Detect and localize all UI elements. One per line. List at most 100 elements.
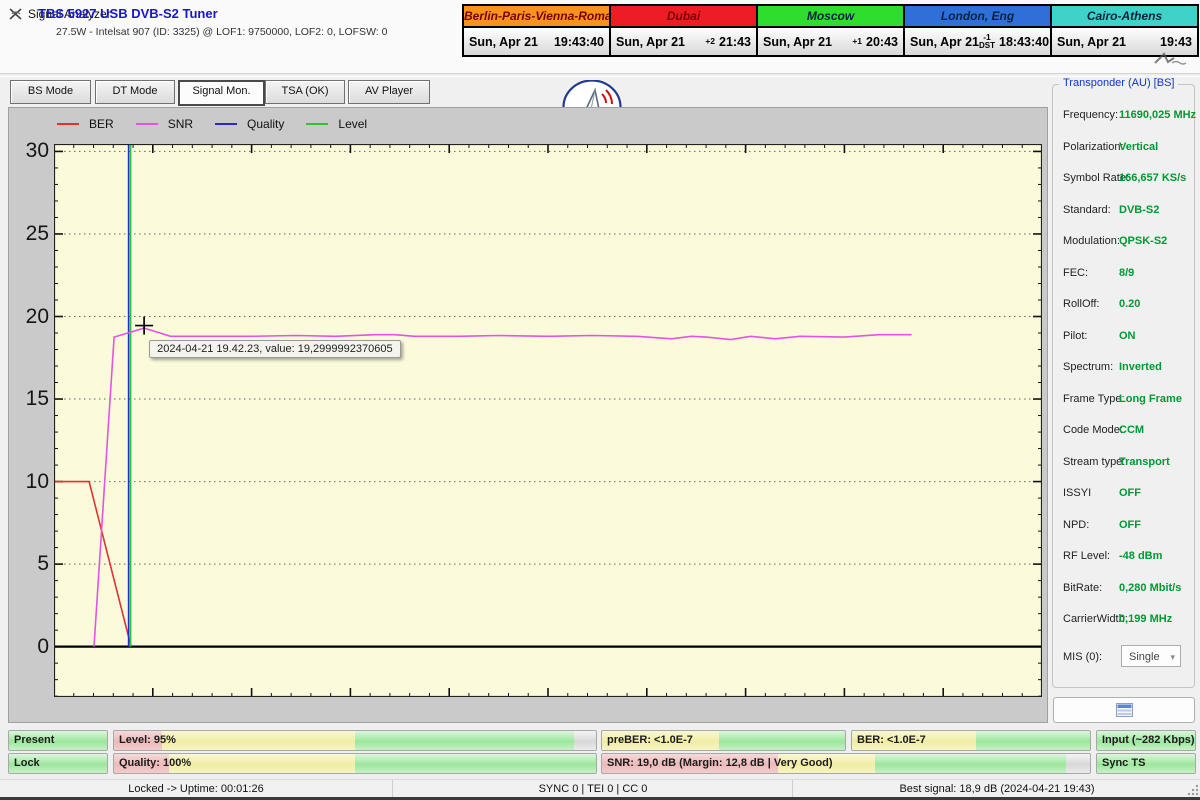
status-uptime: Locked -> Uptime: 00:01:26 xyxy=(128,783,264,795)
resize-grip[interactable] xyxy=(1186,783,1199,796)
transponder-row: Stream type: Transport xyxy=(1053,448,1194,480)
clock-city-label: Berlin-Paris-Vienna-Roma xyxy=(464,6,609,28)
status-bar: Locked -> Uptime: 00:01:26 SYNC 0 | TEI … xyxy=(0,779,1200,798)
transponder-row: Symbol Rate: 166,657 KS/s xyxy=(1053,164,1194,196)
transponder-value: 0,280 Mbit/s xyxy=(1119,581,1182,594)
world-clocks: Berlin-Paris-Vienna-Roma Sun, Apr 21 19:… xyxy=(462,4,1199,57)
meter-label: SNR: 19,0 dB (Margin: 12,8 dB | Very Goo… xyxy=(607,757,833,769)
capture-button[interactable] xyxy=(1053,697,1195,723)
transponder-value: 0,199 MHz xyxy=(1119,613,1173,625)
transponder-label: Spectrum: xyxy=(1063,361,1114,373)
transponder-row: Frame Type: Long Frame xyxy=(1053,385,1194,417)
transponder-label: Frequency: xyxy=(1063,109,1119,121)
transponder-panel-title: Transponder (AU) [BS] xyxy=(1059,77,1179,89)
tab-signal-monitor[interactable]: Signal Mon. xyxy=(178,80,265,106)
transponder-value: Transport xyxy=(1119,455,1170,468)
chevron-down-icon: ▾ xyxy=(1170,652,1175,662)
ber-meter: BER: <1.0E-7 xyxy=(851,730,1091,751)
status-sync-counters: SYNC 0 | TEI 0 | CC 0 xyxy=(392,780,793,798)
transponder-value: -48 dBm xyxy=(1119,550,1163,562)
tab-bs-mode[interactable]: BS Mode xyxy=(10,80,91,104)
transponder-row: RollOff: 0.20 xyxy=(1053,290,1194,322)
clock-city-label: London, Eng xyxy=(905,6,1050,28)
transponder-value: 0.20 xyxy=(1119,298,1141,310)
transponder-label: Stream type: xyxy=(1063,455,1126,468)
signal-chart-panel: BER SNR Quality Level 0 5 10 15 20 25 30 2024-… xyxy=(8,107,1048,723)
meter-segment xyxy=(1065,754,1090,773)
clock-offset: +2 xyxy=(705,36,716,47)
transponder-panel: Transponder (AU) [BS] Frequency: 11690,02… xyxy=(1052,77,1197,688)
clock-moscow: Moscow Sun, Apr 21 +1 20:43 xyxy=(758,6,905,55)
meter-label: preBER: <1.0E-7 xyxy=(607,734,693,746)
y-axis-tick-label: 10 xyxy=(25,469,49,493)
list-icon xyxy=(1115,703,1133,717)
mis-row: MIS (0): Single ▾ xyxy=(1053,645,1194,669)
lock-indicator: Lock xyxy=(8,753,108,774)
snr-meter: SNR: 19,0 dB (Margin: 12,8 dB | Very Goo… xyxy=(601,753,1091,774)
decorative-signature-icon xyxy=(1154,52,1187,65)
quality-meter: Quality: 100% xyxy=(113,753,597,774)
meter-segment xyxy=(718,731,845,750)
transponder-label: Code Mode: xyxy=(1063,424,1123,436)
clock-dst-label: DST xyxy=(979,40,995,50)
tab-av-player[interactable]: AV Player xyxy=(348,80,430,104)
transponder-value: Inverted xyxy=(1119,361,1162,373)
clock-berlin: Berlin-Paris-Vienna-Roma Sun, Apr 21 19:… xyxy=(464,6,611,55)
meter-label: Lock xyxy=(14,757,40,769)
clock-time: 19:43:40 xyxy=(553,34,604,49)
meter-segment xyxy=(574,731,596,750)
transponder-value: CCM xyxy=(1119,424,1145,436)
tab-tsa[interactable]: TSA (OK) xyxy=(265,80,345,104)
transponder-row: FEC: 8/9 xyxy=(1053,259,1194,291)
transponder-row: Polarization: Vertical xyxy=(1053,133,1194,165)
transponder-row: Code Mode: CCM xyxy=(1053,416,1194,448)
transponder-label: Polarization: xyxy=(1063,140,1124,153)
transponder-row: Spectrum: Inverted xyxy=(1053,353,1194,385)
preber-meter: preBER: <1.0E-7 xyxy=(601,730,846,751)
meter-label: Present xyxy=(14,734,55,746)
legend-item-snr: SNR xyxy=(135,117,193,131)
signal-analyzer-window: Signal Analyzer TBS 5927 USB DVB-S2 Tune… xyxy=(0,0,1200,800)
present-indicator: Present xyxy=(8,730,108,751)
transponder-value: Long Frame xyxy=(1119,392,1182,405)
transponder-value: 8/9 xyxy=(1119,266,1135,279)
signal-meters-area: Present Level: 95% preBER: <1.0E-7 BER: … xyxy=(0,726,1200,779)
tuner-subtitle: 27.5W - Intelsat 907 (ID: 3325) @ LOF1: … xyxy=(56,26,388,38)
tab-dt-mode[interactable]: DT Mode xyxy=(95,80,175,104)
status-best-signal: Best signal: 18,9 dB (2024-04-21 19:43) xyxy=(792,780,1200,798)
transponder-rows: Frequency: 11690,025 MHz Polarization: Vert… xyxy=(1053,101,1197,637)
transponder-value: OFF xyxy=(1119,518,1141,531)
transponder-row: Standard: DVB-S2 xyxy=(1053,196,1194,228)
y-axis-tick-label: 30 xyxy=(25,139,49,163)
mis-dropdown[interactable]: Single ▾ xyxy=(1121,645,1181,667)
sync-ts-indicator: Sync TS xyxy=(1096,753,1196,774)
transponder-value: Vertical xyxy=(1119,140,1159,153)
clock-time: 21:43 xyxy=(719,34,751,49)
transponder-label: RollOff: xyxy=(1063,298,1100,310)
transponder-value: 11690,025 MHz xyxy=(1119,109,1197,121)
clock-time: 18:43:40 xyxy=(999,34,1050,49)
chart-plot-area[interactable] xyxy=(54,144,1042,697)
chart-tooltip: 2024-04-21 19.42.23, value: 19,299999237… xyxy=(149,339,401,358)
level-line-swatch xyxy=(306,123,329,125)
meter-segment xyxy=(355,754,596,773)
clock-date: Sun, Apr 21 xyxy=(910,34,979,49)
transponder-label: FEC: xyxy=(1063,266,1089,279)
transponder-row: Pilot: ON xyxy=(1053,322,1194,354)
transponder-row: BitRate: 0,280 Mbit/s xyxy=(1053,574,1194,606)
transponder-row: NPD: OFF xyxy=(1053,511,1194,543)
transponder-label: Frame Type: xyxy=(1063,392,1125,405)
clock-dubai: Dubai Sun, Apr 21 +2 21:43 xyxy=(611,6,758,55)
transponder-label: BitRate: xyxy=(1063,581,1103,594)
clock-cairo: Cairo-Athens Sun, Apr 21 19:43 xyxy=(1052,6,1197,55)
transponder-row: ISSYI OFF xyxy=(1053,479,1194,511)
clock-city-label: Cairo-Athens xyxy=(1052,6,1197,28)
series-snr xyxy=(93,327,912,647)
transponder-row: Modulation: QPSK-S2 xyxy=(1053,227,1194,259)
legend-item-quality: Quality xyxy=(215,117,284,131)
meter-label: Quality: 100% xyxy=(119,757,192,769)
snr-line-swatch xyxy=(135,123,158,125)
quality-line-swatch xyxy=(215,123,238,125)
transponder-label: Pilot: xyxy=(1063,329,1088,342)
transponder-label: Modulation: xyxy=(1063,235,1120,247)
